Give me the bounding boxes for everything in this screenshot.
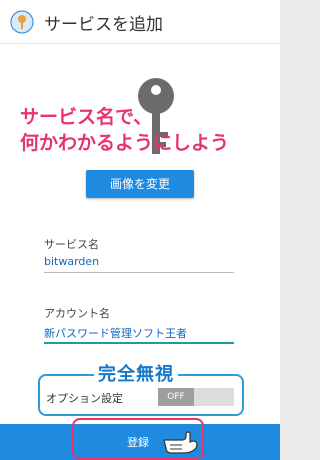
change-image-button[interactable]: 画像を変更 — [86, 170, 194, 198]
annotation-service-name-hint: サービス名で、 — [20, 106, 153, 128]
option-toggle[interactable]: OFF — [158, 388, 234, 406]
page-title: サービスを追加 — [44, 15, 163, 35]
account-name-underline — [44, 342, 234, 344]
add-service-screen: サービスを追加 サービス名で、 何かわかるようにしよう 画像を変更 サービス名 … — [0, 0, 280, 460]
toggle-state: OFF — [158, 388, 194, 406]
app-header: サービスを追加 — [0, 0, 280, 44]
annotation-service-name-hint-line2: 何かわかるようにしよう — [20, 132, 230, 154]
account-name-label: アカウント名 — [44, 307, 110, 320]
service-name-underline — [44, 272, 234, 273]
option-settings-label: オプション設定 — [46, 392, 123, 405]
service-name-input[interactable]: bitwarden — [44, 252, 234, 272]
annotation-ignore-options: 完全無視 — [94, 360, 178, 386]
account-name-input[interactable]: 新パスワード管理ソフト王者 — [44, 322, 234, 342]
key-circle-icon — [10, 10, 34, 34]
hand-pointer-icon — [162, 428, 200, 458]
service-name-label: サービス名 — [44, 238, 99, 251]
